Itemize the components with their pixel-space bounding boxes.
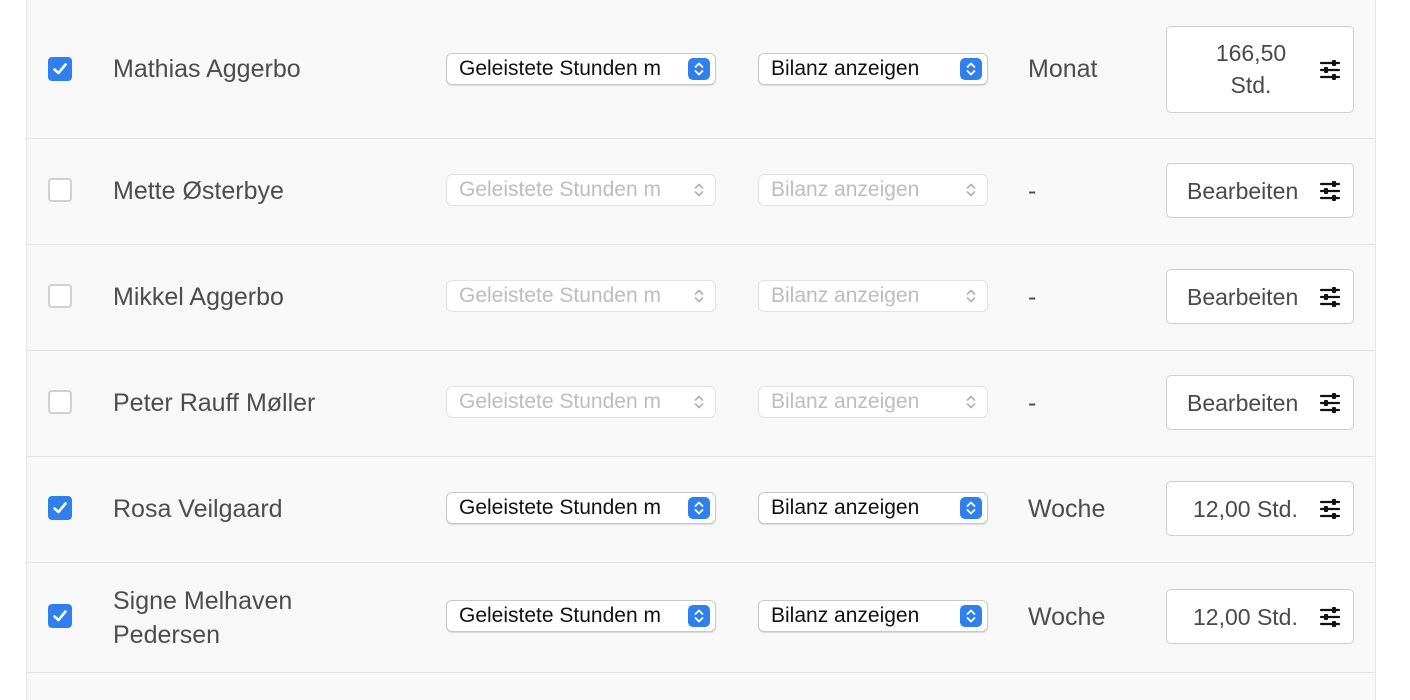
select-value: Bilanz anzeigen — [771, 604, 920, 627]
table-row: Mikkel Aggerbo Geleistete Stunden m Bila… — [27, 245, 1375, 351]
button-label: 12,00 Std. — [1193, 496, 1298, 522]
edit-button[interactable]: Bearbeiten — [1166, 269, 1354, 324]
period-label: - — [1028, 177, 1037, 205]
period-label: Monat — [1028, 55, 1098, 83]
sliders-icon — [1319, 607, 1341, 627]
select-stepper-icon — [688, 58, 710, 80]
balance-display-select[interactable]: Bilanz anzeigen — [758, 53, 988, 85]
balance-display-select[interactable]: Bilanz anzeigen — [758, 386, 988, 418]
sliders-icon — [1319, 181, 1341, 201]
button-label: Bearbeiten — [1187, 390, 1299, 416]
select-stepper-icon — [688, 179, 710, 201]
select-stepper-icon — [960, 497, 982, 519]
row-checkbox[interactable] — [48, 178, 72, 202]
employee-name: Mathias Aggerbo — [113, 55, 301, 83]
table-row: Peter Rauff Møller Geleistete Stunden m … — [27, 351, 1375, 457]
select-stepper-icon — [688, 497, 710, 519]
checkmark-icon — [53, 610, 67, 622]
table-row: Signe Melhaven Pedersen Geleistete Stund… — [27, 563, 1375, 673]
employee-name: Signe Melhaven Pedersen — [113, 584, 393, 652]
period-label: - — [1028, 389, 1037, 417]
employee-name-line: Signe Melhaven — [113, 587, 293, 615]
select-value: Bilanz anzeigen — [771, 284, 920, 307]
hours-type-select[interactable]: Geleistete Stunden m — [446, 280, 716, 312]
row-checkbox[interactable] — [48, 604, 72, 628]
edit-button[interactable]: Bearbeiten — [1166, 375, 1354, 430]
employee-name: Mikkel Aggerbo — [113, 283, 284, 311]
hours-type-select[interactable]: Geleistete Stunden m — [446, 386, 716, 418]
sliders-icon — [1319, 287, 1341, 307]
balance-display-select[interactable]: Bilanz anzeigen — [758, 174, 988, 206]
sliders-icon — [1319, 60, 1341, 80]
select-stepper-icon — [960, 179, 982, 201]
hours-type-select[interactable]: Geleistete Stunden m — [446, 492, 716, 524]
employee-name: Mette Østerbye — [113, 177, 284, 205]
balance-display-select[interactable]: Bilanz anzeigen — [758, 492, 988, 524]
checkmark-icon — [53, 502, 67, 514]
select-value: Geleistete Stunden m — [459, 178, 661, 201]
hours-type-select[interactable]: Geleistete Stunden m — [446, 174, 716, 206]
select-value: Geleistete Stunden m — [459, 57, 661, 80]
sliders-icon — [1319, 393, 1341, 413]
table-row: Mette Østerbye Geleistete Stunden m Bila… — [27, 139, 1375, 245]
hours-type-select[interactable]: Geleistete Stunden m — [446, 53, 716, 85]
select-stepper-icon — [960, 605, 982, 627]
period-label: Woche — [1028, 495, 1106, 523]
period-label: - — [1028, 283, 1037, 311]
select-value: Bilanz anzeigen — [771, 390, 920, 413]
employee-name: Peter Rauff Møller — [113, 389, 316, 417]
hours-type-select[interactable]: Geleistete Stunden m — [446, 600, 716, 632]
button-label: Bearbeiten — [1187, 178, 1299, 204]
hours-edit-button[interactable]: 166,50 Std. — [1166, 26, 1354, 113]
employee-name: Rosa Veilgaard — [113, 495, 283, 523]
row-checkbox[interactable] — [48, 496, 72, 520]
sliders-icon — [1319, 499, 1341, 519]
select-stepper-icon — [960, 58, 982, 80]
button-label: Bearbeiten — [1187, 284, 1299, 310]
select-stepper-icon — [688, 285, 710, 307]
select-stepper-icon — [960, 391, 982, 413]
button-label-line: 166,50 — [1215, 40, 1287, 66]
balance-display-select[interactable]: Bilanz anzeigen — [758, 600, 988, 632]
edit-button[interactable]: Bearbeiten — [1166, 163, 1354, 218]
employee-name-line: Pedersen — [113, 621, 221, 649]
table-row: Rosa Veilgaard Geleistete Stunden m Bila… — [27, 457, 1375, 563]
select-value: Geleistete Stunden m — [459, 390, 661, 413]
balance-display-select[interactable]: Bilanz anzeigen — [758, 280, 988, 312]
select-value: Geleistete Stunden m — [459, 284, 661, 307]
table-row: Mathias Aggerbo Geleistete Stunden m Bil… — [27, 0, 1375, 139]
hours-edit-button[interactable]: 12,00 Std. — [1166, 481, 1354, 536]
select-stepper-icon — [960, 285, 982, 307]
employee-settings-panel: Mathias Aggerbo Geleistete Stunden m Bil… — [26, 0, 1376, 700]
hours-edit-button[interactable]: 12,00 Std. — [1166, 589, 1354, 644]
select-value: Bilanz anzeigen — [771, 178, 920, 201]
select-value: Geleistete Stunden m — [459, 496, 661, 519]
row-checkbox[interactable] — [48, 390, 72, 414]
row-checkbox[interactable] — [48, 57, 72, 81]
period-label: Woche — [1028, 603, 1106, 631]
checkmark-icon — [53, 63, 67, 75]
select-value: Geleistete Stunden m — [459, 604, 661, 627]
row-checkbox[interactable] — [48, 284, 72, 308]
select-stepper-icon — [688, 605, 710, 627]
select-stepper-icon — [688, 391, 710, 413]
select-value: Bilanz anzeigen — [771, 496, 920, 519]
select-value: Bilanz anzeigen — [771, 57, 920, 80]
button-label-line: Std. — [1230, 72, 1272, 98]
button-label: 12,00 Std. — [1193, 604, 1298, 630]
